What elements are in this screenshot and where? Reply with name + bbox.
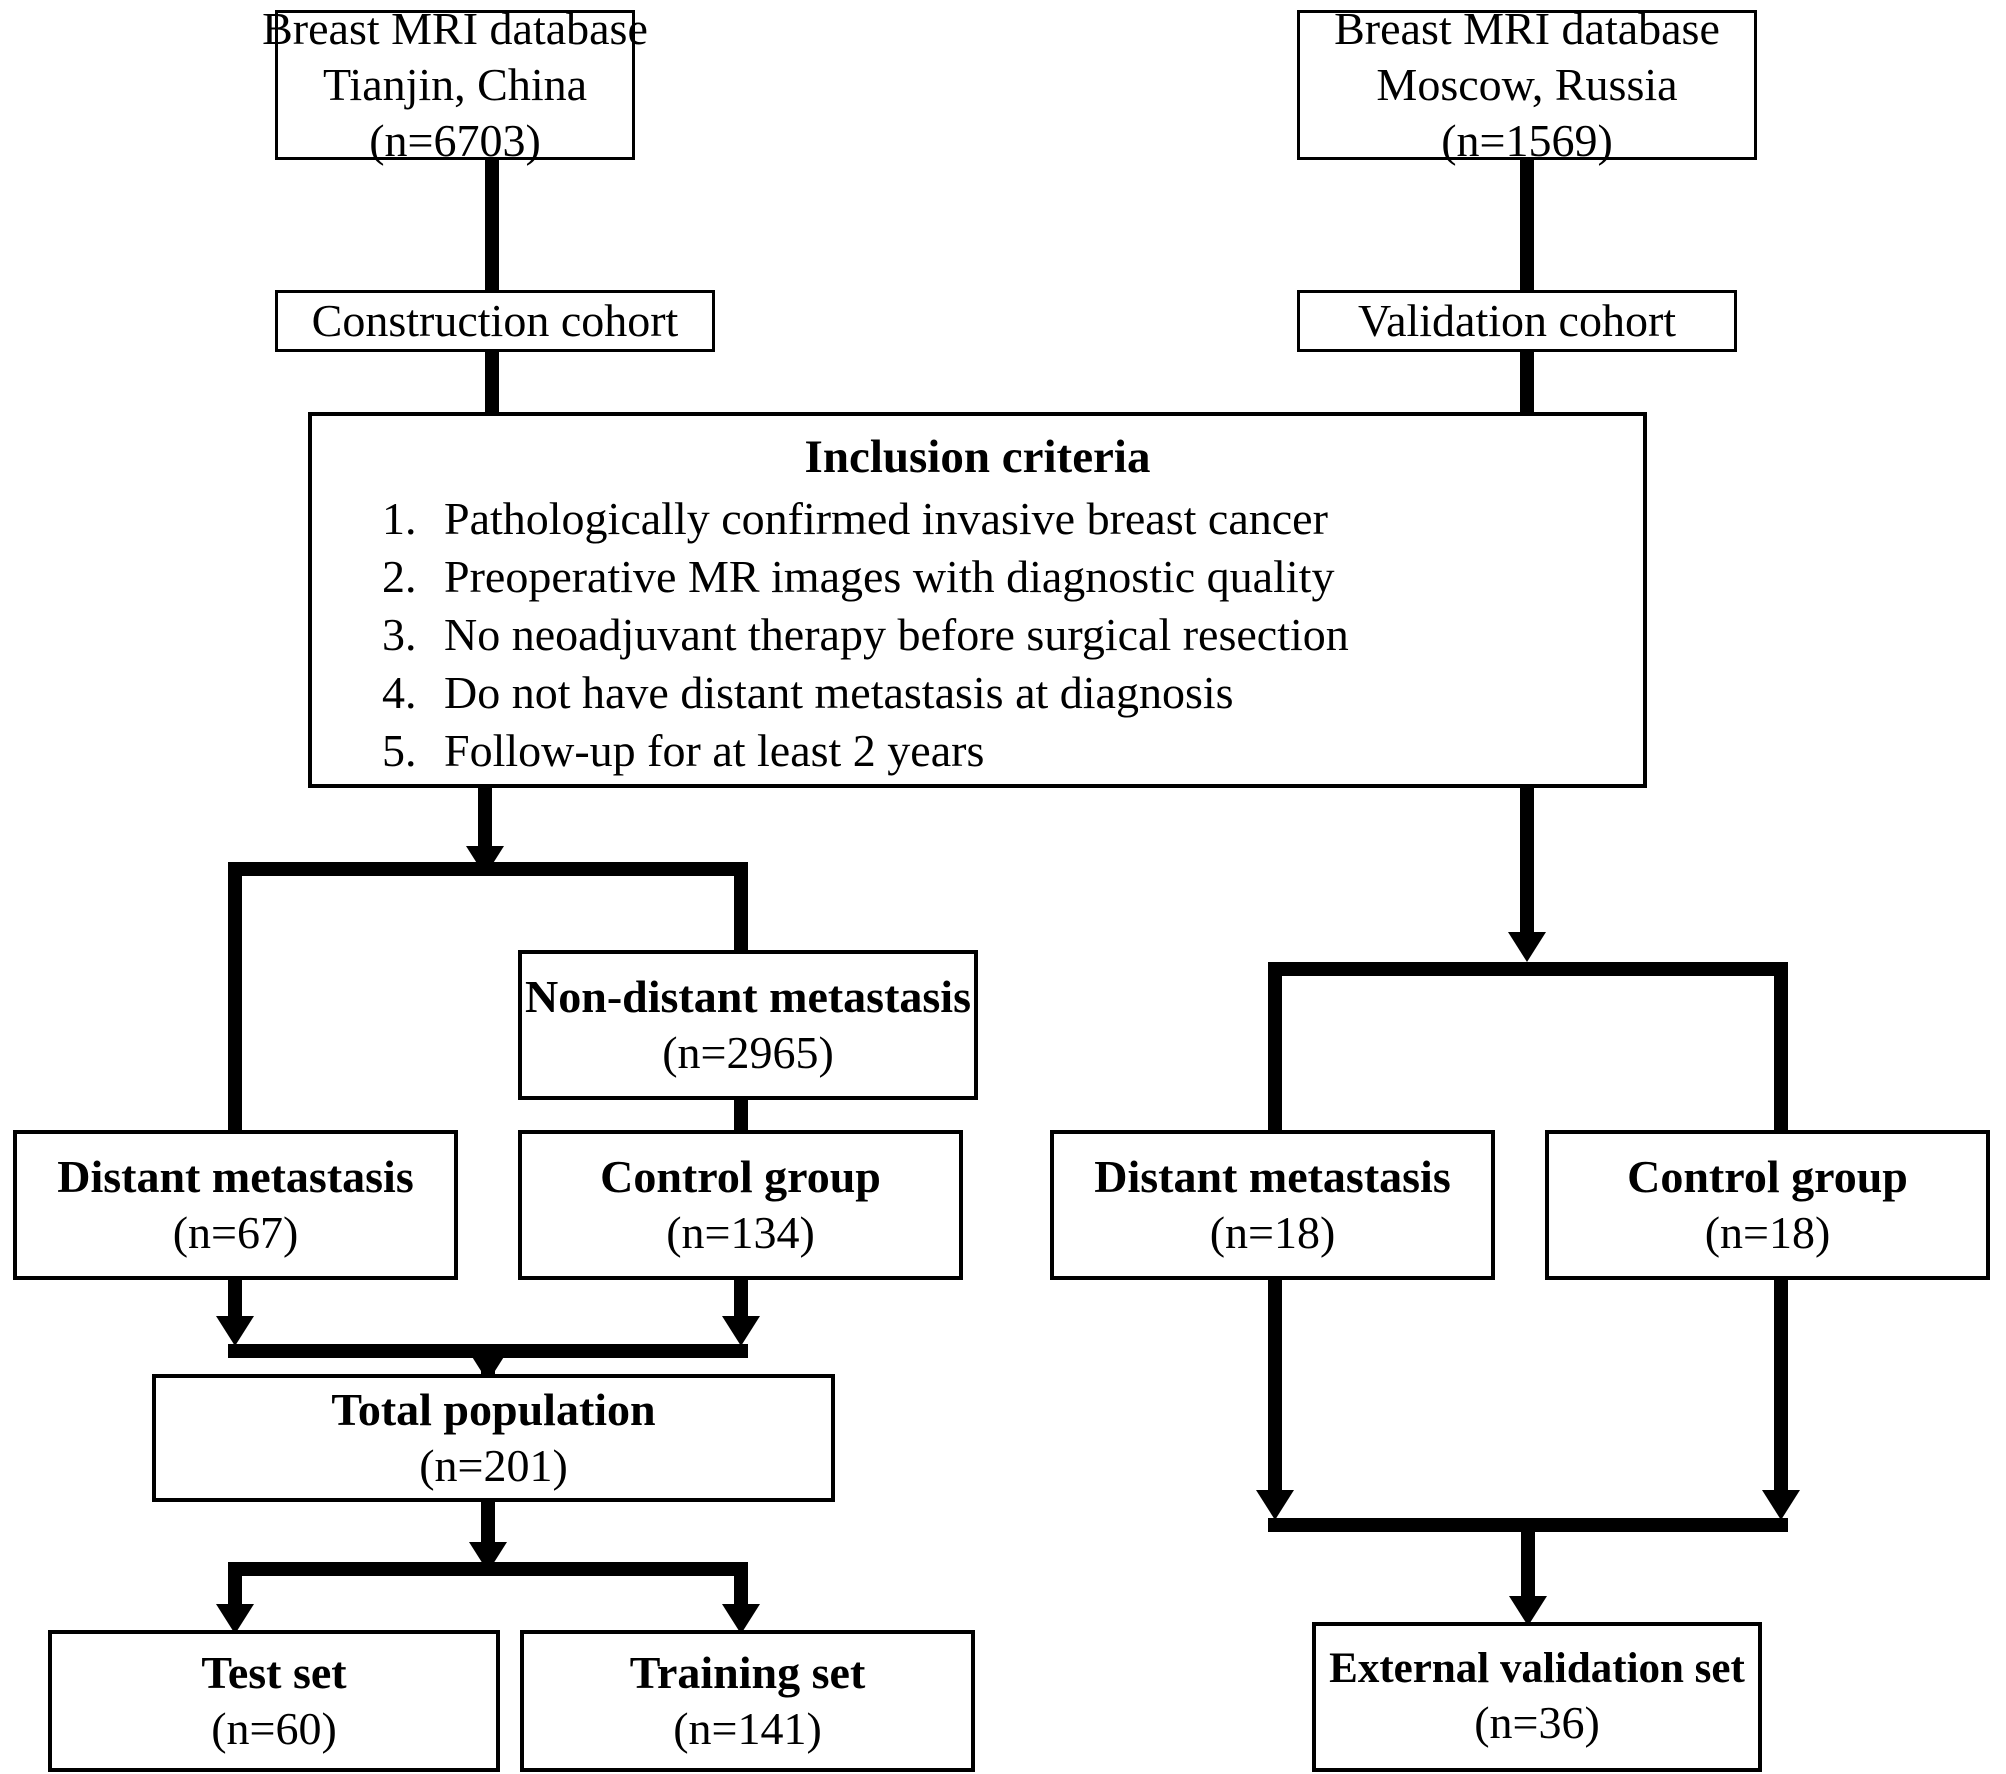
criteria-item-2-text: Preoperative MR images with diagnostic q…: [444, 551, 1335, 602]
box-total-population: Total population (n=201): [152, 1374, 835, 1502]
test-set-label: Test set: [201, 1646, 347, 1698]
construction-cohort-label: Construction cohort: [311, 294, 679, 346]
training-set-count: (n=141): [673, 1703, 822, 1754]
dm-left-label: Distant metastasis: [57, 1150, 414, 1202]
arrowhead-dm-right-down: [1256, 1490, 1294, 1520]
inclusion-criteria-list: 1. Pathologically confirmed invasive bre…: [382, 490, 1349, 780]
total-population-label: Total population: [331, 1383, 656, 1435]
non-distant-metastasis-count: (n=2965): [662, 1027, 834, 1078]
flowchart-canvas: Breast MRI database Tianjin, China (n=67…: [0, 0, 2006, 1774]
arrowhead-criteria-down-left: [466, 846, 504, 876]
box-breast-mri-database-moscow: Breast MRI database Moscow, Russia (n=15…: [1297, 3, 1757, 166]
connector-cg-right-down: [1774, 1280, 1788, 1495]
connector-split-to-non-distant-metastasis: [734, 862, 748, 952]
criteria-item-1-text: Pathologically confirmed invasive breast…: [444, 493, 1328, 545]
external-validation-set-count: (n=36): [1474, 1697, 1600, 1749]
external-validation-set-label: External validation set: [1329, 1644, 1745, 1692]
connector-left-source-to-criteria: [485, 160, 499, 416]
connector-dm-right-down: [1268, 1280, 1282, 1495]
cg-right-count: (n=18): [1704, 1207, 1831, 1258]
dm-left-count: (n=67): [172, 1207, 299, 1258]
arrowhead-cg-left-down: [722, 1316, 760, 1346]
connector-split-to-test-set: [228, 1562, 242, 1610]
non-distant-metastasis-label: Non-distant metastasis: [525, 970, 971, 1022]
connector-criteria-down-left: [478, 788, 492, 848]
source-right-line1: Breast MRI database: [1334, 2, 1720, 54]
connector-dm-left-down: [228, 1280, 242, 1318]
criteria-item-3-index: 3.: [382, 608, 417, 660]
connector-criteria-down-right: [1520, 788, 1534, 936]
connector-split-to-distant-metastasis-left: [228, 862, 242, 1136]
dm-right-count: (n=18): [1209, 1207, 1336, 1258]
arrowhead-dm-left-down: [216, 1316, 254, 1346]
criteria-item-1-index: 1.: [382, 493, 417, 545]
dm-right-label: Distant metastasis: [1094, 1150, 1451, 1202]
connector-right-source-to-criteria: [1520, 160, 1534, 416]
source-left-line2: Tianjin, China: [322, 58, 588, 110]
box-control-group-validation: Control group (n=18): [1545, 1130, 1990, 1280]
box-distant-metastasis-construction: Distant metastasis (n=67): [13, 1130, 458, 1280]
criteria-item-5-text: Follow-up for at least 2 years: [444, 724, 985, 776]
box-construction-cohort: Construction cohort: [275, 290, 715, 352]
inclusion-criteria-title: Inclusion criteria: [804, 431, 1151, 483]
test-set-count: (n=60): [211, 1703, 337, 1754]
source-left-line1: Breast MRI database: [262, 2, 648, 54]
criteria-item-4-index: 4.: [382, 666, 417, 718]
criteria-item-5-index: 5.: [382, 724, 417, 776]
training-set-label: Training set: [629, 1646, 866, 1698]
box-test-set: Test set (n=60): [48, 1630, 500, 1772]
source-left-count: (n=6703): [369, 115, 541, 167]
connector-merge-to-external-validation: [1521, 1518, 1535, 1600]
box-non-distant-metastasis: Non-distant metastasis (n=2965): [518, 950, 978, 1100]
criteria-item-3-text: No neoadjuvant therapy before surgical r…: [444, 608, 1349, 660]
source-right-count: (n=1569): [1441, 115, 1613, 167]
box-distant-metastasis-validation: Distant metastasis (n=18): [1050, 1130, 1495, 1280]
box-training-set: Training set (n=141): [520, 1630, 975, 1772]
validation-cohort-label: Validation cohort: [1357, 294, 1677, 346]
box-inclusion-criteria: Inclusion criteria 1. Pathologically con…: [308, 412, 1647, 788]
box-validation-cohort: Validation cohort: [1297, 290, 1737, 352]
arrowhead-total-population-down: [469, 1542, 507, 1572]
box-breast-mri-database-tianjin: Breast MRI database Tianjin, China (n=67…: [262, 3, 648, 166]
cg-left-label: Control group: [600, 1150, 881, 1202]
criteria-item-5: 5. Follow-up for at least 2 years: [382, 722, 1349, 780]
criteria-item-4: 4. Do not have distant metastasis at dia…: [382, 664, 1349, 722]
cg-left-count: (n=134): [666, 1207, 815, 1258]
arrowhead-cg-right-down: [1762, 1490, 1800, 1520]
box-external-validation-set: External validation set (n=36): [1312, 1622, 1762, 1772]
connector-cg-left-down: [734, 1280, 748, 1318]
criteria-item-1: 1. Pathologically confirmed invasive bre…: [382, 490, 1349, 548]
connector-split-to-training-set: [734, 1562, 748, 1610]
criteria-item-2-index: 2.: [382, 551, 417, 602]
box-control-group-construction: Control group (n=134): [518, 1130, 963, 1280]
arrowhead-criteria-down-right: [1508, 932, 1546, 962]
criteria-item-2: 2. Preoperative MR images with diagnosti…: [382, 548, 1349, 606]
source-right-line2: Moscow, Russia: [1376, 58, 1678, 110]
split-bar-validation: [1268, 962, 1788, 976]
connector-total-population-down: [481, 1502, 495, 1546]
connector-split-to-cg-right: [1774, 962, 1788, 1136]
criteria-item-3: 3. No neoadjuvant therapy before surgica…: [382, 606, 1349, 664]
criteria-item-4-text: Do not have distant metastasis at diagno…: [444, 666, 1234, 718]
total-population-count: (n=201): [419, 1440, 568, 1491]
connector-split-to-dm-right: [1268, 962, 1282, 1136]
cg-right-label: Control group: [1627, 1150, 1908, 1202]
